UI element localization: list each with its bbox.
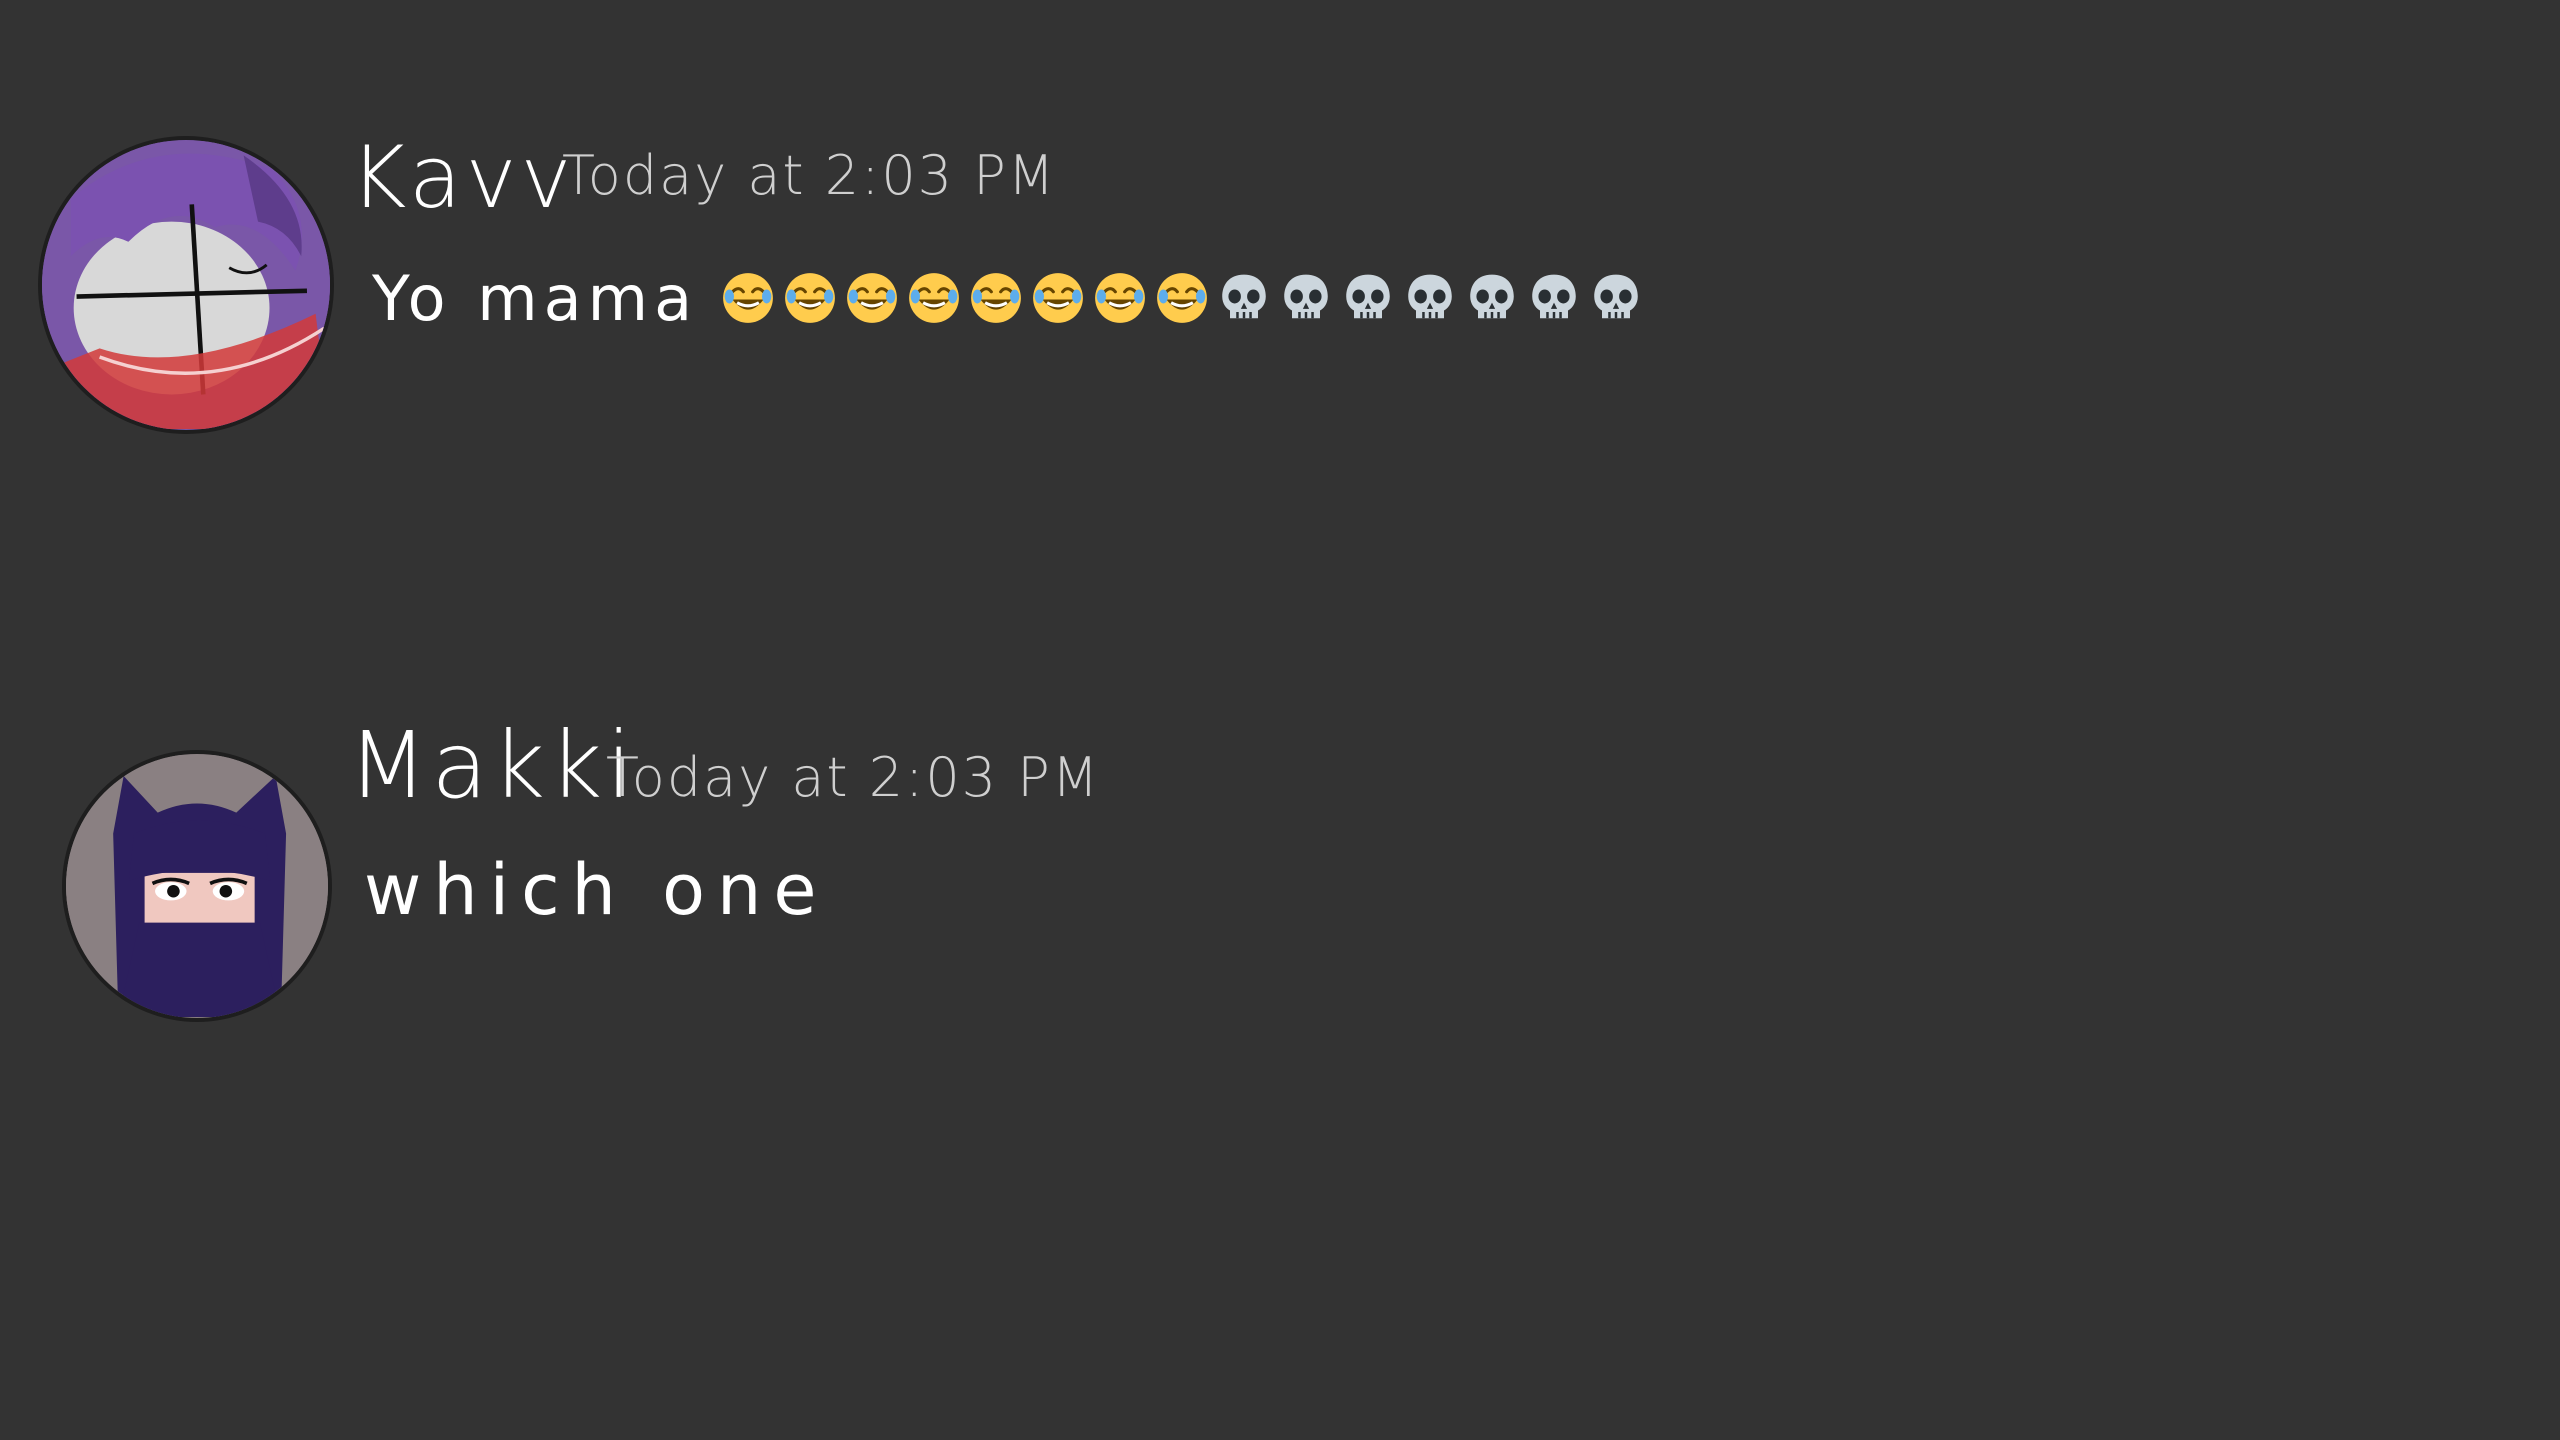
- username[interactable]: Makki: [348, 712, 636, 819]
- joy-emoji-icon: [782, 270, 838, 326]
- skull-emoji-icon: [1340, 270, 1396, 326]
- emoji-row: [720, 270, 1644, 326]
- timestamp: Today at 2:03 PM: [606, 746, 1101, 809]
- skull-emoji-icon: [1464, 270, 1520, 326]
- avatar-kavv[interactable]: [38, 136, 334, 434]
- message-kavv: Kavv Today at 2:03 PM Yo mama: [0, 128, 2560, 448]
- joy-emoji-icon: [1154, 270, 1210, 326]
- joy-emoji-icon: [720, 270, 776, 326]
- timestamp: Today at 2:03 PM: [562, 144, 1057, 207]
- skull-emoji-icon: [1588, 270, 1644, 326]
- skull-emoji-icon: [1278, 270, 1334, 326]
- avatar-makki[interactable]: [62, 750, 332, 1022]
- joy-emoji-icon: [1030, 270, 1086, 326]
- message-body: Yo mama: [372, 248, 1644, 348]
- skull-emoji-icon: [1402, 270, 1458, 326]
- joy-emoji-icon: [906, 270, 962, 326]
- joy-emoji-icon: [968, 270, 1024, 326]
- message-body: which one: [364, 840, 828, 940]
- message-makki: Makki Today at 2:03 PM which one: [0, 712, 2560, 1030]
- username[interactable]: Kavv: [350, 128, 575, 228]
- message-text: Yo mama: [372, 261, 699, 335]
- message-text: which one: [364, 849, 829, 931]
- skull-emoji-icon: [1216, 270, 1272, 326]
- avatar-kavv-image: [42, 141, 330, 429]
- joy-emoji-icon: [1092, 270, 1148, 326]
- skull-emoji-icon: [1526, 270, 1582, 326]
- avatar-makki-image: [66, 755, 328, 1017]
- joy-emoji-icon: [844, 270, 900, 326]
